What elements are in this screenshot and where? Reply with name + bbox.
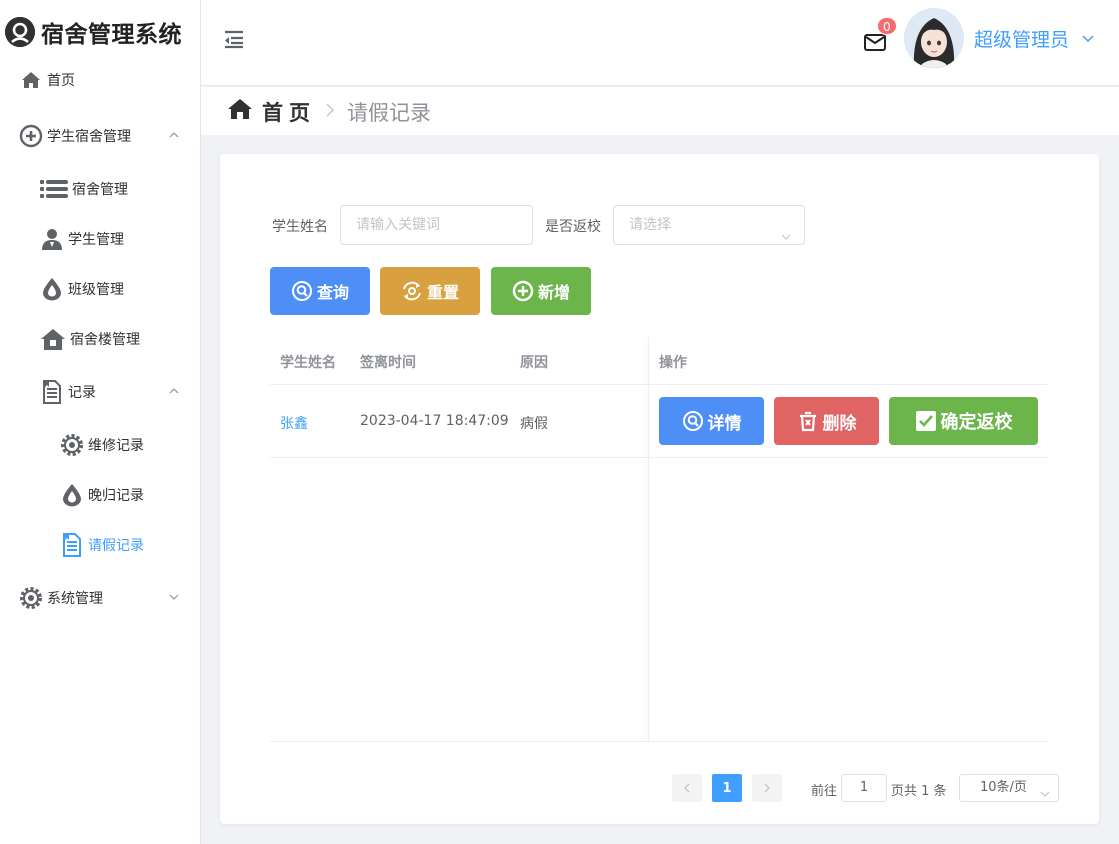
confirm-return-button-label: 确定返校 (940, 412, 1013, 433)
chevron-up-icon (168, 129, 180, 141)
goto-page-input[interactable]: 1 (841, 774, 887, 802)
reset-button-label: 重置 (426, 283, 459, 302)
drop-icon (40, 277, 64, 301)
reset-button[interactable]: 重置 (380, 267, 480, 315)
sidebar-item-label: 宿舍管理 (72, 182, 128, 198)
trash-icon (797, 410, 819, 432)
column-header: 签离时间 (360, 355, 416, 371)
sidebar-item-label: 记录 (68, 385, 96, 401)
query-button-label: 查询 (316, 283, 349, 302)
sidebar-item-label: 学生管理 (68, 232, 124, 248)
chevron-right-icon (324, 101, 336, 119)
column-header: 原因 (520, 355, 548, 371)
sidebar-item-label: 请假记录 (88, 538, 144, 554)
logo-icon (5, 17, 35, 47)
sidebar-item-dorm[interactable]: 宿舍管理 (0, 174, 200, 204)
app-logo: 宿舍管理系统 (5, 14, 182, 50)
add-button-label: 新增 (537, 283, 570, 302)
sidebar-item-leave-records[interactable]: 请假记录 (0, 530, 200, 560)
document-icon (40, 380, 64, 404)
student-name-cell[interactable]: 张鑫 (280, 413, 308, 433)
student-name-input[interactable]: 请输入关键词 (340, 205, 533, 245)
refresh-icon (401, 280, 423, 302)
home-icon (227, 96, 253, 122)
query-button[interactable]: 查询 (270, 267, 370, 315)
detail-button[interactable]: 详情 (659, 397, 764, 445)
sidebar-item-label: 系统管理 (47, 591, 103, 607)
breadcrumb-current: 请假记录 (347, 101, 431, 125)
table-bottom-border (270, 741, 1049, 742)
total-label: 页共 1 条 (891, 784, 947, 799)
collapse-menu-icon[interactable] (223, 28, 245, 50)
leave-time-cell: 2023-04-17 18:47:09 (360, 413, 509, 429)
top-header: 0 超级管理员 (201, 0, 1119, 86)
sidebar-item-late-return-records[interactable]: 晚归记录 (0, 480, 200, 510)
header-divider (270, 384, 1049, 385)
sidebar-item-system[interactable]: 系统管理 (0, 583, 200, 613)
avatar[interactable] (904, 8, 964, 68)
sidebar-item-repair-records[interactable]: 维修记录 (0, 430, 200, 460)
list-icon (40, 177, 68, 201)
search-icon (291, 280, 313, 302)
delete-button[interactable]: 删除 (774, 397, 879, 445)
page-size-value: 10条/页 (980, 780, 1027, 795)
confirm-return-button[interactable]: 确定返校 (889, 397, 1038, 445)
column-header: 学生姓名 (280, 355, 336, 371)
search-icon (682, 410, 704, 432)
sidebar-item-student[interactable]: 学生管理 (0, 224, 200, 254)
sidebar-item-label: 首页 (47, 73, 75, 89)
prev-page-button[interactable] (672, 774, 702, 802)
breadcrumb-home[interactable]: 首页 (262, 97, 316, 127)
row-divider (270, 457, 1049, 458)
document-icon (60, 533, 84, 557)
building-icon (40, 327, 66, 351)
home-icon (19, 68, 43, 92)
sidebar-item-student-dorm[interactable]: 学生宿舍管理 (0, 121, 200, 151)
sidebar-item-building[interactable]: 宿舍楼管理 (0, 324, 200, 354)
sidebar-item-label: 学生宿舍管理 (47, 129, 131, 145)
detail-button-label: 详情 (707, 413, 742, 434)
column-header: 操作 (659, 355, 687, 371)
sidebar-item-class[interactable]: 班级管理 (0, 274, 200, 304)
main-card: 学生姓名 请输入关键词 是否返校 请选择 查询 重置 新增 学生姓名 签离时间 … (220, 154, 1099, 824)
sidebar-item-label: 班级管理 (68, 282, 124, 298)
next-page-button[interactable] (752, 774, 782, 802)
fixed-column-divider (648, 337, 649, 741)
plus-circle-icon (19, 124, 43, 148)
gear-icon (19, 586, 43, 610)
sidebar-item-home[interactable]: 首页 (0, 65, 200, 95)
chevron-down-icon (780, 220, 792, 240)
add-button[interactable]: 新增 (491, 267, 591, 315)
plus-circle-icon (512, 280, 534, 302)
sidebar-item-label: 维修记录 (88, 438, 144, 454)
sidebar-item-label: 晚归记录 (88, 488, 144, 504)
user-name[interactable]: 超级管理员 (974, 25, 1069, 52)
user-icon (40, 227, 64, 251)
page-number-button[interactable]: 1 (712, 774, 742, 802)
page-size-select[interactable]: 10条/页 (959, 774, 1059, 802)
mail-badge: 0 (877, 17, 897, 35)
chevron-down-icon (168, 591, 180, 603)
app-title: 宿舍管理系统 (41, 22, 182, 48)
returned-label: 是否返校 (545, 219, 601, 235)
delete-button-label: 删除 (822, 413, 857, 434)
drop-icon (60, 483, 84, 507)
chevron-up-icon (168, 385, 180, 397)
chevron-down-icon (1040, 783, 1050, 809)
reason-cell: 病假 (520, 416, 548, 432)
check-square-icon (915, 410, 937, 432)
gear-icon (60, 433, 84, 457)
chevron-down-icon[interactable] (1081, 31, 1095, 45)
returned-select[interactable]: 请选择 (613, 205, 805, 245)
sidebar-item-label: 宿舍楼管理 (70, 332, 140, 348)
breadcrumb: 首页 请假记录 (201, 87, 1119, 135)
sidebar: 宿舍管理系统 首页 学生宿舍管理 宿舍管理 学生管理 班级管理 宿舍楼管理 记录… (0, 0, 201, 844)
sidebar-item-records[interactable]: 记录 (0, 377, 200, 407)
student-name-label: 学生姓名 (272, 219, 328, 235)
returned-select-placeholder: 请选择 (629, 217, 671, 233)
goto-label: 前往 (811, 784, 838, 799)
